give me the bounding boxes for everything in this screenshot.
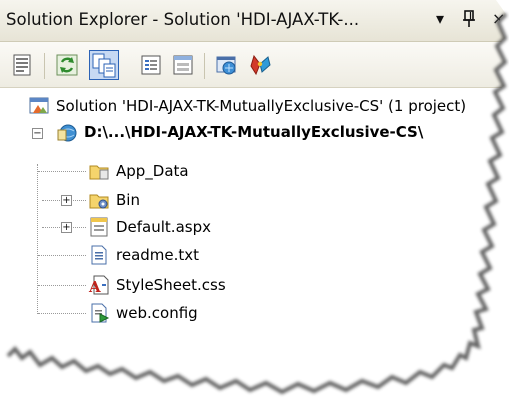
- torn-edge-decoration: [0, 0, 509, 398]
- solution-explorer-window: Solution Explorer - Solution 'HDI-AJAX-T…: [0, 0, 509, 398]
